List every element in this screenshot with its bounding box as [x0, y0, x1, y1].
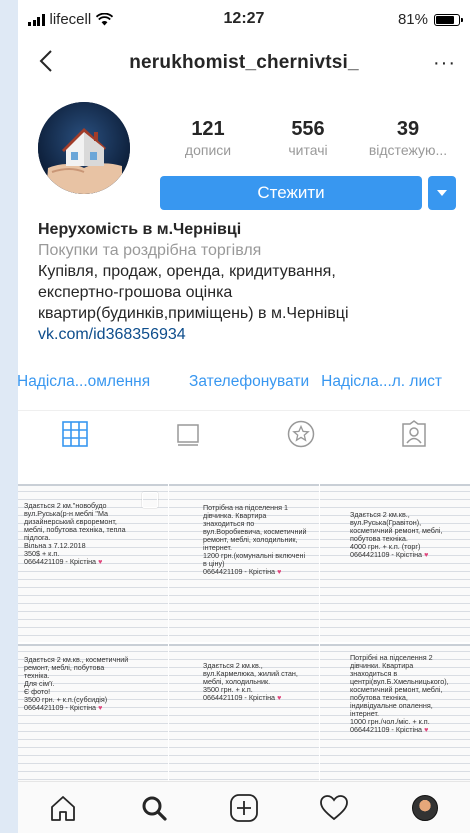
nav-bar: nerukhomist_chernivtsi_ ··· — [18, 40, 470, 84]
post-thumbnail[interactable]: Потрібні на підселення 2 дівчинки. Кварти… — [320, 644, 470, 802]
battery-percent: 81% — [397, 11, 428, 28]
post-text: Здається 2 км.кв., вул.Кармелюка, жилий с… — [203, 661, 298, 702]
tab-new-post[interactable] — [224, 788, 264, 828]
post-text: Потрібні на підселення 2 дівчинки. Кварти… — [350, 653, 449, 734]
profile-header: 121 дописи 556 читачі 39 відстежую... Ст… — [18, 84, 470, 214]
more-options-icon[interactable]: ··· — [433, 52, 456, 75]
status-bar: lifecell 12:27 81% — [18, 0, 470, 40]
post-thumbnail[interactable]: Потрібна на підселення 1 дівчинка. Кварти… — [169, 484, 319, 642]
send-message-button[interactable]: Надісла...омлення — [18, 373, 177, 391]
heart-emoji-icon: ♥ — [277, 693, 282, 702]
multi-photo-icon — [142, 492, 158, 508]
house-in-hands-icon — [38, 102, 130, 194]
activity-icon — [320, 794, 349, 820]
follow-button[interactable]: Стежити — [160, 176, 422, 210]
bio-line: Купівля, продаж, оренда, кридитування, — [38, 263, 336, 280]
tab-grid[interactable] — [55, 414, 95, 454]
home-icon — [51, 795, 76, 821]
feed-icon — [176, 423, 199, 446]
post-text: Здається 2 км.кв., косметичний ремонт, ме… — [24, 655, 129, 712]
heart-emoji-icon: ♥ — [98, 557, 103, 566]
following-count: 39 — [396, 118, 420, 140]
call-button[interactable]: Зателефонувати — [189, 373, 309, 391]
tab-guides[interactable] — [281, 414, 321, 454]
tagged-icon — [401, 419, 426, 447]
profile-avatar — [38, 102, 130, 194]
profile-category: Покупки та роздрібна торгівля — [38, 242, 262, 259]
post-text: Здається 2 км.кв., вул.Руська(Гравітон), к… — [350, 510, 443, 559]
tab-feed[interactable] — [168, 414, 208, 454]
followers-count: 556 — [291, 118, 325, 140]
contact-actions: Надісла...омлення Зателефонувати Надісла… — [18, 368, 470, 396]
chevron-down-icon — [437, 190, 447, 196]
bio-link[interactable]: vk.com/id368356934 — [38, 324, 450, 345]
post-thumbnail[interactable]: Здається 2 км.кв., вул.Руська(Гравітон), к… — [320, 484, 470, 642]
profile-tabs — [18, 410, 470, 452]
tab-activity[interactable] — [314, 788, 354, 828]
profile-bio: Нерухомість в м.Чернівці Покупки та розд… — [18, 214, 470, 345]
tab-home[interactable] — [43, 788, 83, 828]
posts-stat[interactable]: 121 дописи — [158, 118, 258, 158]
add-post-icon — [230, 793, 258, 822]
posts-count: 121 — [191, 118, 225, 140]
profile-screen: lifecell 12:27 81% nerukhomist_chernivts… — [18, 0, 470, 833]
heart-emoji-icon: ♥ — [424, 725, 429, 734]
battery-icon — [434, 13, 463, 26]
username-title: nerukhomist_chernivtsi_ — [129, 52, 359, 73]
suggested-dropdown-button[interactable] — [428, 176, 456, 210]
email-button[interactable]: Надісла...л. лист — [321, 373, 442, 391]
posts-label: дописи — [184, 142, 232, 158]
tab-profile[interactable] — [405, 788, 445, 828]
star-icon — [287, 420, 314, 447]
heart-emoji-icon: ♥ — [424, 550, 429, 559]
post-text: Здається 2 км."новобудо вул.Руська(р-н ме… — [24, 501, 126, 566]
heart-emoji-icon: ♥ — [98, 703, 103, 712]
tab-tagged[interactable] — [394, 414, 434, 454]
search-icon — [142, 796, 167, 821]
bio-line: квартир(будинків,приміщень) в м.Чернівці — [38, 305, 349, 322]
bottom-tab-bar — [18, 781, 470, 833]
posts-grid: Здається 2 км."новобудо вул.Руська(р-н ме… — [18, 484, 470, 808]
following-stat[interactable]: 39 відстежую... — [358, 118, 458, 158]
profile-name: Нерухомість в м.Чернівці — [38, 221, 242, 238]
post-thumbnail[interactable]: Здається 2 км.кв., косметичний ремонт, ме… — [18, 644, 168, 802]
post-thumbnail[interactable]: Здається 2 км.кв., вул.Кармелюка, жилий с… — [169, 644, 319, 802]
heart-emoji-icon: ♥ — [277, 567, 282, 576]
bio-line: експертно-грошова оцінка — [38, 284, 233, 301]
following-label: відстежую... — [368, 142, 448, 158]
grid-icon — [61, 420, 88, 447]
post-text: Потрібна на підселення 1 дівчинка. Кварти… — [203, 503, 307, 576]
followers-stat[interactable]: 556 читачі — [258, 118, 358, 158]
profile-stats: 121 дописи 556 читачі 39 відстежую... — [158, 118, 468, 158]
profile-icon — [411, 794, 438, 821]
tab-search[interactable] — [134, 788, 174, 828]
followers-label: читачі — [288, 142, 328, 158]
post-thumbnail[interactable]: Здається 2 км."новобудо вул.Руська(р-н ме… — [18, 484, 168, 642]
